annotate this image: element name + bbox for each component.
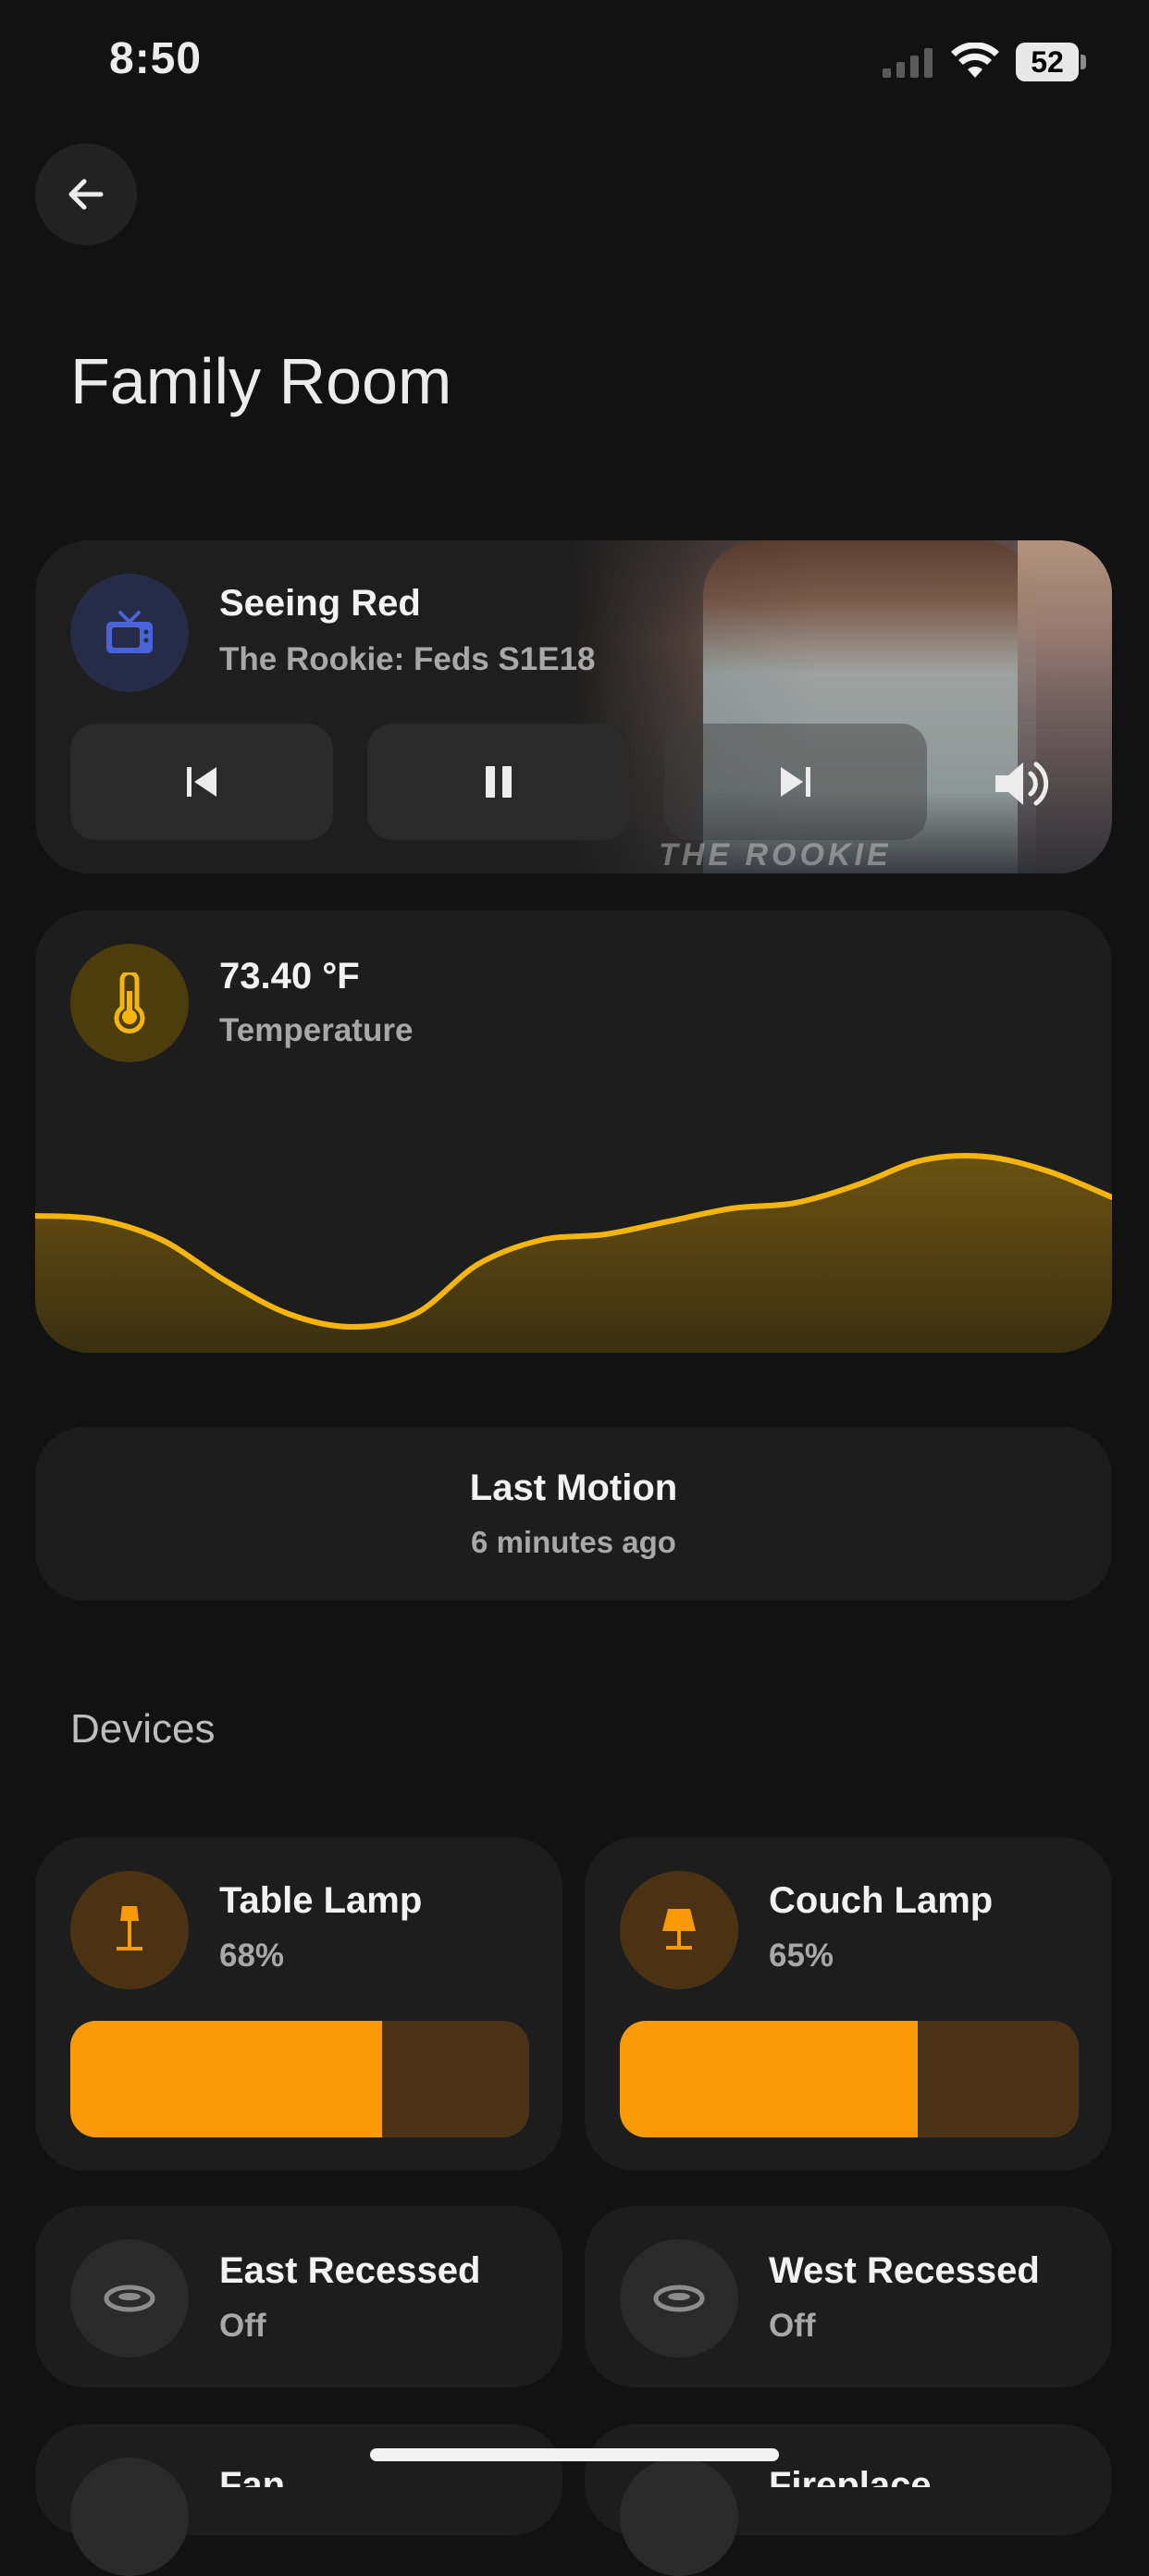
table-lamp-icon-circle [70, 1871, 189, 1989]
device-name: Table Lamp [219, 1880, 423, 1921]
device-state: 68% [219, 1938, 285, 1974]
table-lamp-brightness-slider[interactable] [70, 2021, 529, 2137]
home-indicator [370, 2448, 779, 2461]
device-state: Off [769, 2308, 816, 2344]
back-button[interactable] [35, 143, 137, 245]
skip-previous-icon [187, 767, 216, 797]
recessed-light-icon [653, 2285, 705, 2312]
temperature-history-graph [35, 1153, 1112, 1353]
last-motion-card[interactable] [35, 1427, 1112, 1601]
thermometer-icon [114, 972, 145, 1034]
temperature-value: 73.40 °F [219, 956, 360, 997]
wifi-icon [951, 43, 999, 78]
last-motion-time: 6 minutes ago [471, 1525, 676, 1559]
media-title: Seeing Red [219, 583, 421, 624]
recessed-light-icon [104, 2285, 155, 2312]
tv-icon [106, 611, 153, 653]
cellular-signal-icon [883, 48, 933, 78]
devices-section-title: Devices [70, 1706, 216, 1752]
device-name: West Recessed [769, 2250, 1040, 2291]
device-name: Couch Lamp [769, 1880, 994, 1921]
battery-icon: 52 [1016, 43, 1086, 81]
volume-icon[interactable] [990, 751, 1055, 816]
temperature-label: Temperature [219, 1012, 414, 1048]
previous-track-button[interactable] [70, 724, 333, 840]
device-state: Off [219, 2308, 266, 2344]
table-lamp-icon [117, 1906, 142, 1951]
battery-level: 52 [1016, 43, 1079, 81]
artwork-skyline [1018, 540, 1112, 873]
couch-lamp-brightness-slider[interactable] [620, 2021, 1079, 2137]
skip-next-icon [781, 767, 810, 797]
slider-fill [70, 2021, 383, 2137]
fireplace-icon-circle [620, 2458, 738, 2576]
arrow-left-icon [68, 179, 104, 210]
media-subtitle: The Rookie: Feds S1E18 [219, 641, 596, 677]
last-motion-title: Last Motion [469, 1468, 678, 1508]
device-name: Fireplace [769, 2465, 932, 2487]
couch-lamp-icon-circle [620, 1871, 738, 1989]
page-title: Family Room [70, 345, 452, 417]
artwork-title-text: THE ROOKIE [659, 837, 892, 871]
next-track-button[interactable] [664, 724, 927, 840]
east-recessed-icon-circle [70, 2239, 189, 2358]
tv-icon-circle [70, 574, 189, 692]
temperature-area [35, 1156, 1112, 1353]
status-time: 8:50 [109, 34, 203, 83]
device-name: East Recessed [219, 2250, 481, 2291]
pause-button[interactable] [367, 724, 630, 840]
slider-fill [620, 2021, 919, 2137]
device-state: 65% [769, 1938, 834, 1974]
thermometer-icon-circle [70, 944, 189, 1062]
device-name: Fan [219, 2465, 286, 2487]
fan-icon-circle [70, 2458, 189, 2576]
floor-lamp-icon [662, 1909, 696, 1950]
pause-icon [486, 766, 512, 798]
west-recessed-icon-circle [620, 2239, 738, 2358]
